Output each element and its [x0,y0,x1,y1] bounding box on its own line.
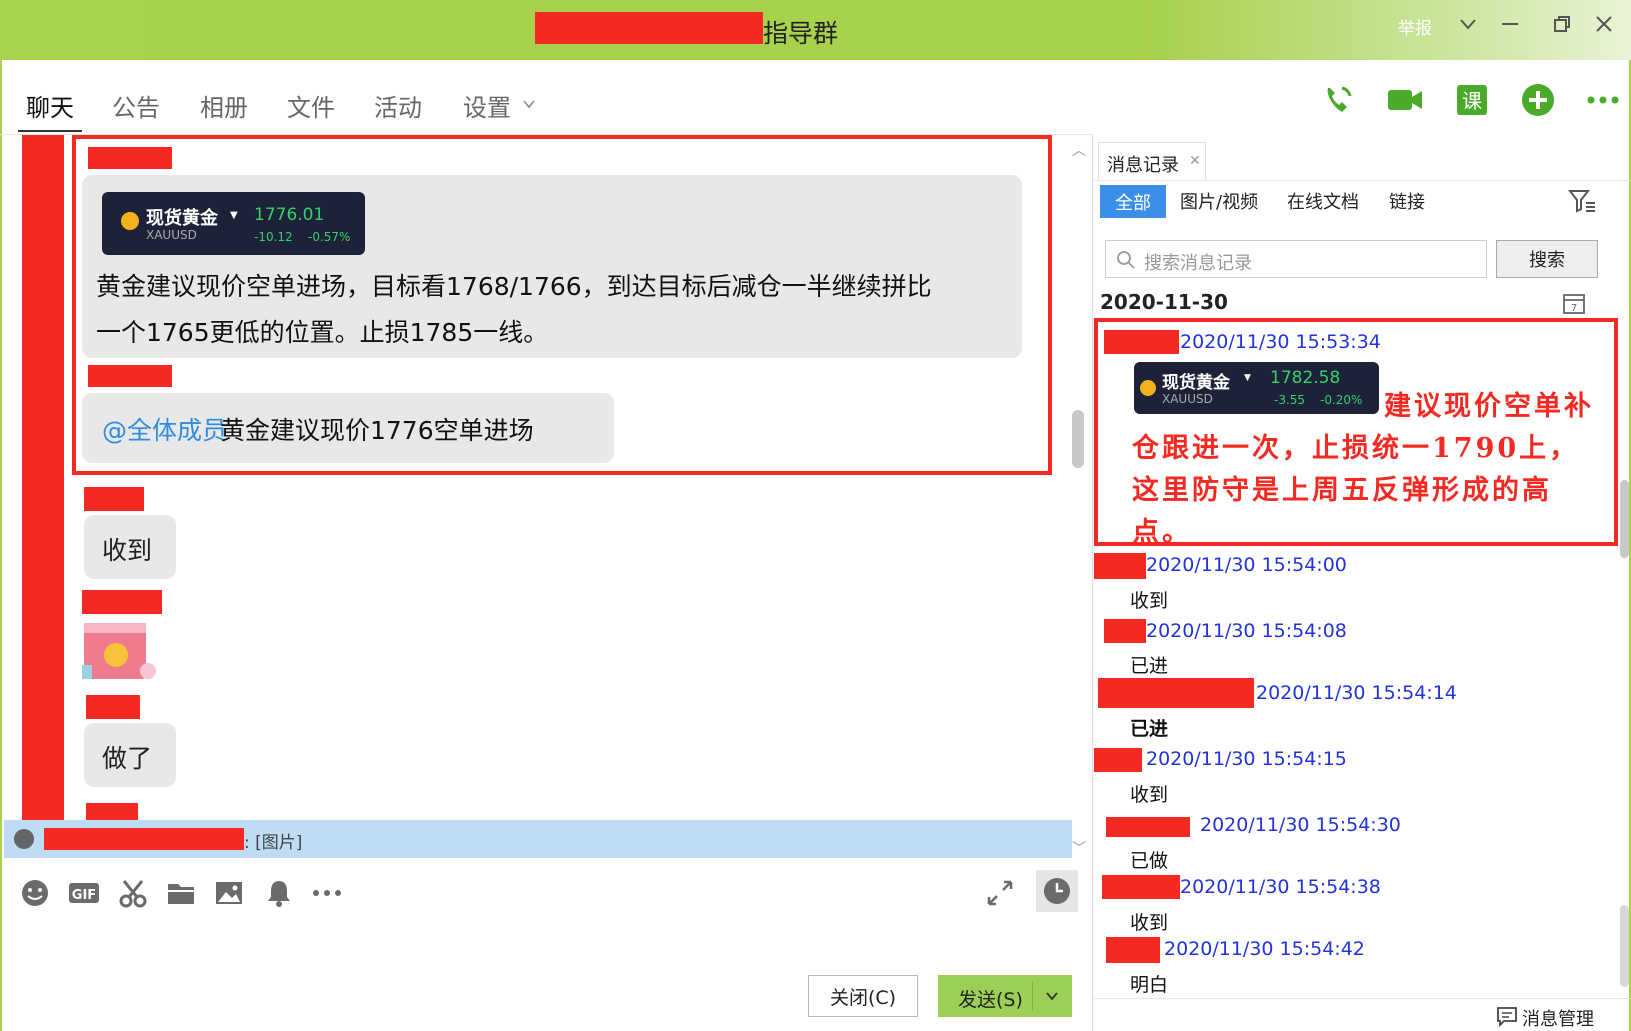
chat-scrollbar[interactable] [1072,410,1084,468]
filter-all[interactable]: 全部 [1100,185,1166,218]
title-bar: 指导群 举报 [0,0,1631,60]
emoji-icon[interactable] [20,878,50,914]
close-button[interactable]: 关闭(C) [808,975,918,1017]
settings-chevron-icon[interactable] [522,96,536,115]
class-icon[interactable]: 课 [1452,80,1492,120]
search-input[interactable]: 搜索消息记录 [1105,240,1487,278]
redacted-sender [1104,619,1146,643]
svg-text:7: 7 [1571,303,1577,314]
message-bubble[interactable]: 收到 [84,515,176,579]
message-manage-button[interactable]: 消息管理 [1522,1005,1594,1031]
report-button[interactable]: 举报 [1398,14,1432,39]
restore-icon[interactable] [1552,14,1572,39]
redacted-avatars [22,135,64,823]
entry-text: 已进 [1130,718,1169,740]
entry-timestamp: 2020/11/30 15:54:15 [1146,748,1347,770]
more-tools-icon[interactable] [310,878,344,914]
entry-timestamp: 2020/11/30 15:54:38 [1180,876,1381,898]
tab-album[interactable]: 相册 [200,88,248,123]
more-icon[interactable] [1583,80,1623,120]
send-label: 发送(S) [958,989,1023,1011]
history-date: 2020-11-30 [1100,290,1228,314]
entry-text: 已做 [1130,850,1169,872]
bell-icon[interactable] [264,878,294,914]
close-icon[interactable] [1594,14,1614,39]
redacted-sender [84,487,144,511]
tab-settings[interactable]: 设置 [463,88,511,123]
filter-docs[interactable]: 在线文档 [1287,188,1359,214]
preview-text: : [图片] [244,833,303,853]
message-text: 收到 [102,536,153,565]
search-icon [1116,250,1136,274]
entry-text: 收到 [1130,590,1169,612]
redacted-sender [1094,748,1142,772]
redacted-sender [1106,817,1190,837]
tab-files[interactable]: 文件 [287,88,335,123]
avatar [14,829,34,849]
entry-text: 已进 [1130,655,1169,677]
entry-text: 明白 [1130,974,1169,996]
scroll-up-icon[interactable]: ︿ [1072,140,1086,160]
active-tab-indicator [18,130,82,132]
svg-text:课: 课 [1462,89,1482,113]
gif-icon[interactable]: GIF [68,878,100,914]
entry-timestamp: 2020/11/30 15:54:14 [1256,682,1457,704]
image-icon[interactable] [214,878,244,914]
redacted-sender [82,590,162,614]
entry-timestamp: 2020/11/30 15:54:42 [1164,938,1365,960]
scroll-down-icon[interactable]: ﹀ [1072,838,1086,858]
filter-links[interactable]: 链接 [1389,188,1425,214]
filter-icon[interactable] [1567,188,1596,218]
add-app-icon[interactable] [1518,80,1558,120]
tab-chat[interactable]: 聊天 [26,88,74,123]
highlight-box [1094,318,1618,546]
chevron-down-icon[interactable] [1458,14,1478,39]
screenshot-scissors-icon[interactable] [118,878,148,914]
bottom-divider [1092,998,1631,999]
video-call-icon[interactable] [1385,80,1425,120]
history-scrollbar-lower[interactable] [1620,905,1629,987]
redacted-group-name [535,12,763,44]
redacted-sender [1098,678,1254,708]
search-placeholder: 搜索消息记录 [1144,253,1252,274]
filter-media[interactable]: 图片/视频 [1180,188,1258,214]
highlight-box [72,135,1052,475]
calendar-icon[interactable]: 7 [1562,291,1586,319]
message-manage-icon[interactable] [1496,1005,1518,1031]
send-divider [1032,981,1033,1011]
folder-icon[interactable] [166,878,196,914]
expand-icon[interactable] [985,878,1015,914]
redacted-sender [1094,553,1146,579]
redacted-sender [1106,937,1160,963]
window-title: 指导群 [763,19,839,48]
send-options-chevron-icon[interactable] [1044,987,1060,1009]
tab-announcement[interactable]: 公告 [112,88,160,123]
tab-divider [1092,180,1631,181]
history-scrollbar[interactable] [1620,480,1629,558]
message-bubble[interactable]: 做了 [84,723,176,787]
entry-text: 收到 [1130,912,1169,934]
tab-activities[interactable]: 活动 [374,88,422,123]
history-tab[interactable]: 消息记录 ✕ [1098,142,1206,180]
svg-text:GIF: GIF [72,888,96,903]
search-button[interactable]: 搜索 [1496,240,1598,278]
entry-timestamp: 2020/11/30 15:54:30 [1200,814,1401,836]
ok-sticker-image[interactable] [80,615,160,685]
send-button[interactable]: 发送(S) [938,975,1072,1017]
redacted-sender [1102,875,1180,899]
entry-timestamp: 2020/11/30 15:54:08 [1146,620,1347,642]
history-tab-label: 消息记录 [1107,155,1179,176]
redacted-sender [86,695,140,719]
minimize-icon[interactable] [1500,14,1520,39]
history-clock-icon[interactable] [1036,870,1078,912]
new-message-preview[interactable]: : [图片] [4,820,1072,858]
panel-divider [1092,135,1093,1031]
entry-timestamp: 2020/11/30 15:54:00 [1146,554,1347,576]
message-text: 做了 [102,744,153,773]
chat-area[interactable]: 现货黄金 ▼ XAUUSD 1776.01 -10.12 -0.57% 黄金建议… [2,135,1070,859]
voice-call-icon[interactable] [1318,80,1358,120]
redacted-sender [44,828,244,850]
close-tab-icon[interactable]: ✕ [1189,153,1201,169]
entry-text: 收到 [1130,784,1169,806]
